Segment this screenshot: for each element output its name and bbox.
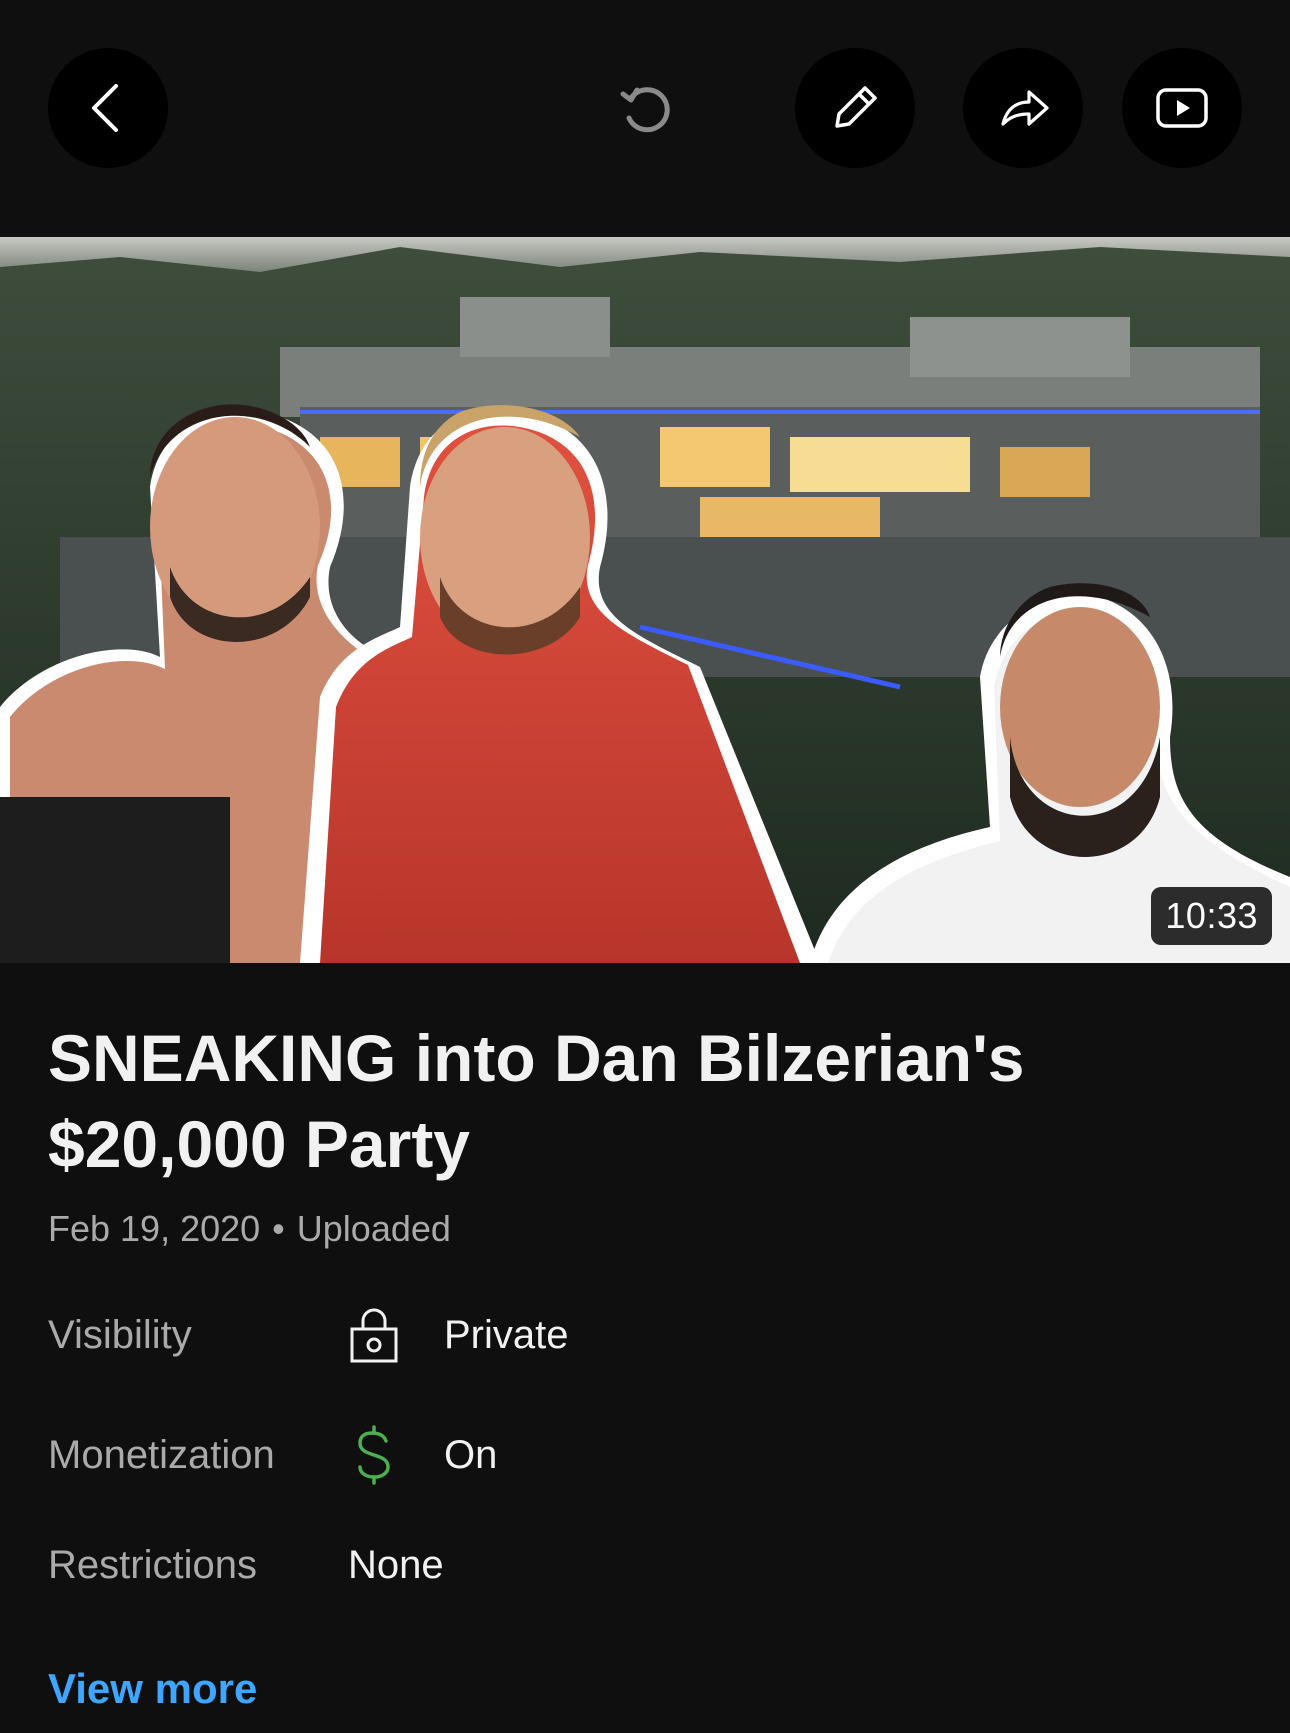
visibility-row[interactable]: Visibility Private (48, 1300, 1238, 1370)
video-thumbnail[interactable]: 10:33 (0, 237, 1290, 963)
monetization-value: On (444, 1432, 498, 1477)
restrictions-label: Restrictions (48, 1542, 257, 1587)
monetization-label: Monetization (48, 1432, 275, 1477)
meta-separator: • (272, 1208, 285, 1249)
upload-status: Uploaded (296, 1208, 451, 1249)
visibility-value: Private (444, 1312, 569, 1357)
restrictions-value: None (348, 1542, 444, 1587)
restrictions-row[interactable]: Restrictions None (48, 1530, 1238, 1600)
duration-badge: 10:33 (1151, 887, 1272, 945)
share-arrow-icon (1001, 90, 1049, 126)
refresh-button[interactable] (585, 48, 705, 168)
refresh-icon (620, 87, 670, 133)
upload-date: Feb 19, 2020 (48, 1208, 261, 1249)
pencil-icon (835, 86, 877, 128)
edit-button[interactable] (795, 48, 915, 168)
youtube-icon (1156, 88, 1208, 128)
chevron-left-icon (92, 84, 118, 132)
thumbnail-image (0, 237, 1290, 963)
video-details-page: 10:33 SNEAKING into Dan Bilzerian's $20,… (0, 0, 1290, 1733)
back-button[interactable] (48, 48, 168, 168)
monetization-row[interactable]: Monetization On (48, 1420, 1238, 1490)
lock-icon (348, 1303, 444, 1367)
visibility-label: Visibility (48, 1312, 192, 1357)
view-more-link[interactable]: View more (48, 1665, 257, 1713)
open-in-youtube-button[interactable] (1122, 48, 1242, 168)
video-title: SNEAKING into Dan Bilzerian's $20,000 Pa… (48, 1021, 1025, 1181)
top-toolbar (0, 0, 1290, 237)
dollar-icon (348, 1423, 444, 1487)
share-button[interactable] (963, 48, 1083, 168)
video-meta: Feb 19, 2020 • Uploaded (48, 1208, 451, 1250)
